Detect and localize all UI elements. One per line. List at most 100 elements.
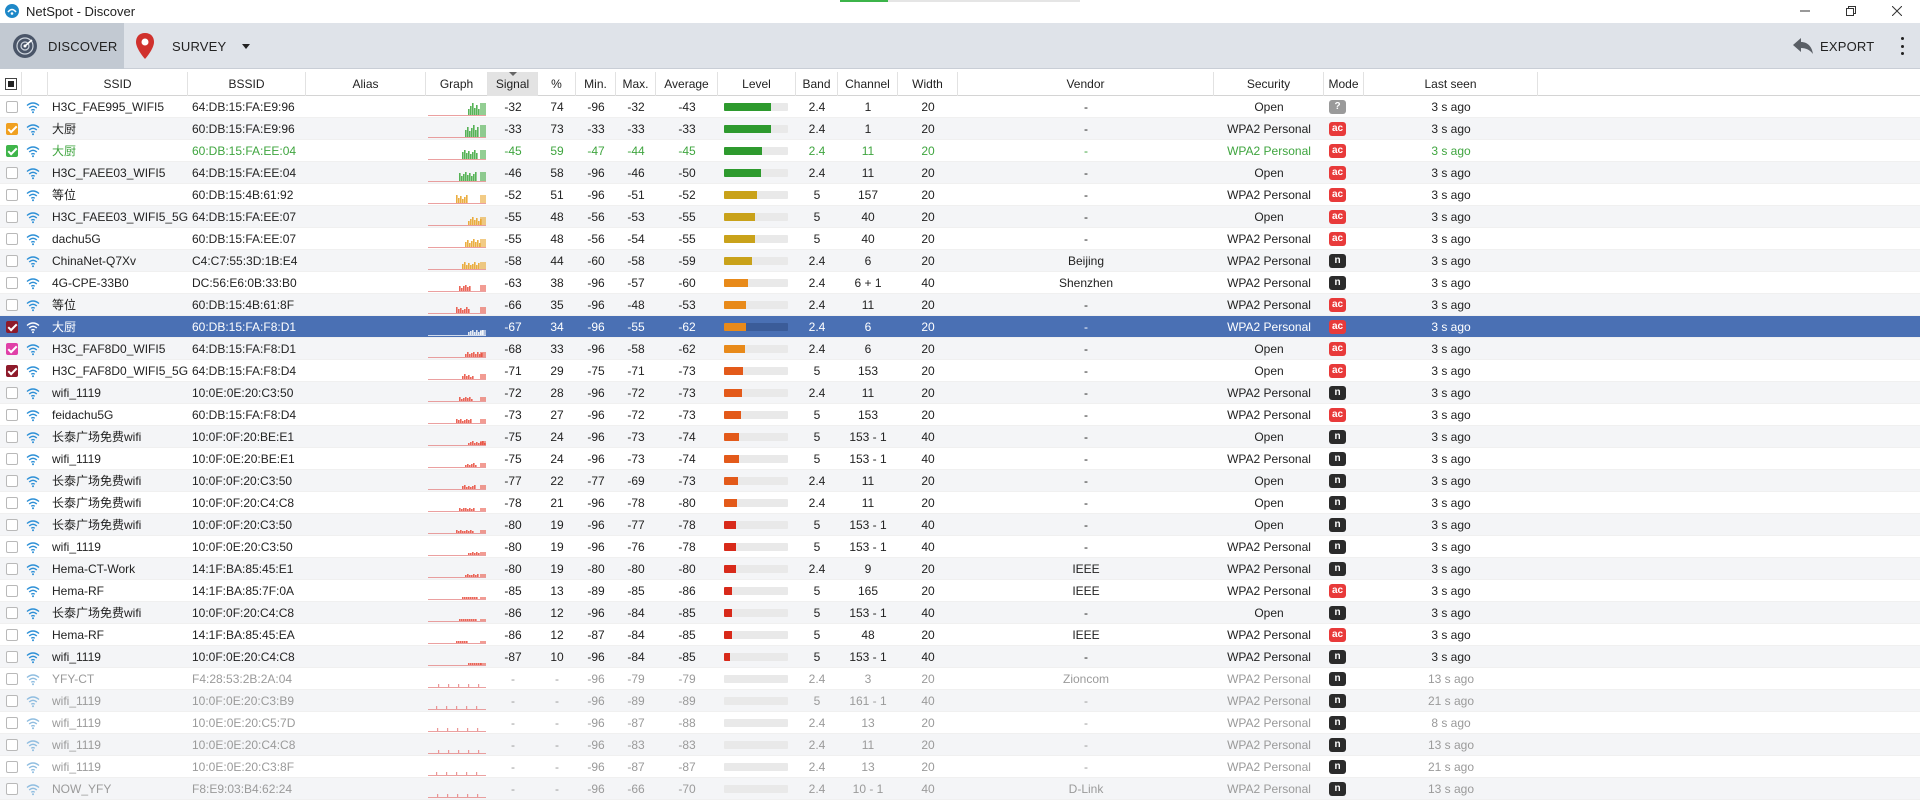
cell-max: -55: [627, 320, 645, 334]
header-vendor[interactable]: Vendor: [958, 72, 1214, 96]
row-checkbox[interactable]: [6, 695, 18, 707]
table-row[interactable]: NOW_YFY F8:E9:03:B4:62:24 - - -96 -66 -70 2.4 10…: [0, 778, 1920, 800]
table-row[interactable]: 长泰广场免费wifi 10:0F:0F:20:BE:E1 -75 24 -96 -73 -7…: [0, 426, 1920, 448]
survey-dropdown-button[interactable]: [238, 38, 254, 54]
table-row[interactable]: Hema-RF 14:1F:BA:85:7F:0A -85 13 -89 -85 -86 5 1…: [0, 580, 1920, 602]
header-last[interactable]: Last seen: [1364, 72, 1538, 96]
table-row[interactable]: wifi_1119 10:0E:0E:20:C5:7D - - -96 -87 -88 2.4…: [0, 712, 1920, 734]
header-avg[interactable]: Average: [656, 72, 718, 96]
row-checkbox[interactable]: [6, 321, 18, 333]
cell-channel: 6: [864, 320, 872, 334]
table-row[interactable]: wifi_1119 10:0F:0E:20:C4:C8 -87 10 -96 -84 -85…: [0, 646, 1920, 668]
table-row[interactable]: wifi_1119 10:0F:0E:20:BE:E1 -75 24 -96 -73 -74…: [0, 448, 1920, 470]
row-checkbox[interactable]: [6, 497, 18, 509]
close-button[interactable]: [1874, 0, 1920, 22]
row-checkbox[interactable]: [6, 233, 18, 245]
row-checkbox[interactable]: [6, 123, 18, 135]
table-row[interactable]: wifi_1119 10:0F:0E:20:C3:50 -80 19 -96 -76 -78…: [0, 536, 1920, 558]
row-checkbox[interactable]: [6, 761, 18, 773]
header-max[interactable]: Max.: [616, 72, 656, 96]
row-checkbox[interactable]: [6, 563, 18, 575]
header-mode[interactable]: Mode: [1324, 72, 1364, 96]
row-checkbox[interactable]: [6, 651, 18, 663]
select-all-checkbox[interactable]: [5, 78, 17, 90]
row-checkbox[interactable]: [6, 255, 18, 267]
table-row[interactable]: H3C_FAEE03_WIFI5 64:DB:15:FA:EE:04 -46 58 -9…: [0, 162, 1920, 184]
header-min[interactable]: Min.: [576, 72, 616, 96]
cell-security: WPA2 Personal: [1227, 628, 1311, 642]
header-width[interactable]: Width: [898, 72, 958, 96]
header-channel[interactable]: Channel: [838, 72, 898, 96]
row-checkbox[interactable]: [6, 541, 18, 553]
table-row[interactable]: 大厨 60:DB:15:FA:F8:D1 -67 34 -96 -55 -62 2.4 6 20 -…: [0, 316, 1920, 338]
row-checkbox[interactable]: [6, 739, 18, 751]
row-checkbox[interactable]: [6, 167, 18, 179]
table-row[interactable]: H3C_FAE995_WIFI5 64:DB:15:FA:E9:96 -32 74 -9…: [0, 96, 1920, 118]
row-checkbox[interactable]: [6, 101, 18, 113]
table-row[interactable]: Hema-CT-Work 14:1F:BA:85:45:E1 -80 19 -80 -80…: [0, 558, 1920, 580]
kebab-menu-icon[interactable]: [1894, 35, 1910, 57]
discover-tab[interactable]: DISCOVER: [0, 23, 124, 69]
header-level[interactable]: Level: [718, 72, 796, 96]
row-checkbox[interactable]: [6, 343, 18, 355]
table-row[interactable]: H3C_FAF8D0_WIFI5 64:DB:15:FA:F8:D1 -68 33 -9…: [0, 338, 1920, 360]
row-checkbox[interactable]: [6, 475, 18, 487]
header-signal[interactable]: Signal: [488, 72, 538, 96]
header-band[interactable]: Band: [796, 72, 838, 96]
table-row[interactable]: 等位 60:DB:15:4B:61:8F -66 35 -96 -48 -53 2.4 11 20…: [0, 294, 1920, 316]
table-row[interactable]: 长泰广场免费wifi 10:0F:0F:20:C4:C8 -78 21 -96 -78 -8…: [0, 492, 1920, 514]
table-row[interactable]: 大厨 60:DB:15:FA:EE:04 -45 59 -47 -44 -45 2.4 11 20…: [0, 140, 1920, 162]
table-row[interactable]: feidachu5G 60:DB:15:FA:F8:D4 -73 27 -96 -72 -7…: [0, 404, 1920, 426]
row-checkbox[interactable]: [6, 453, 18, 465]
header-security[interactable]: Security: [1214, 72, 1324, 96]
row-checkbox[interactable]: [6, 365, 18, 377]
row-checkbox[interactable]: [6, 189, 18, 201]
header-ssid[interactable]: SSID: [48, 72, 188, 96]
row-checkbox[interactable]: [6, 211, 18, 223]
maximize-button[interactable]: [1828, 0, 1874, 22]
header-alias[interactable]: Alias: [306, 72, 426, 96]
table-row[interactable]: 长泰广场免费wifi 10:0F:0F:20:C4:C8 -86 12 -96 -84 -8…: [0, 602, 1920, 624]
cell-width: 40: [921, 606, 935, 620]
row-checkbox[interactable]: [6, 717, 18, 729]
table-row[interactable]: 4G-CPE-33B0 DC:56:E6:0B:33:B0 -63 38 -96 -57 -…: [0, 272, 1920, 294]
survey-tab[interactable]: SURVEY: [134, 23, 226, 69]
row-checkbox[interactable]: [6, 277, 18, 289]
cell-min: -96: [587, 694, 605, 708]
minimize-button[interactable]: [1782, 0, 1828, 22]
header-pct[interactable]: %: [538, 72, 576, 96]
table-row[interactable]: wifi_1119 10:0E:0E:20:C3:8F - - -96 -87 -87 2.4…: [0, 756, 1920, 778]
table-row[interactable]: 大厨 60:DB:15:FA:E9:96 -33 73 -33 -33 -33 2.4 1 20 -…: [0, 118, 1920, 140]
table-row[interactable]: 长泰广场免费wifi 10:0F:0F:20:C3:50 -80 19 -96 -77 -7…: [0, 514, 1920, 536]
export-button[interactable]: EXPORT: [1792, 23, 1874, 69]
table-row[interactable]: H3C_FAEE03_WIFI5_5G 64:DB:15:FA:EE:07 -55 4…: [0, 206, 1920, 228]
row-checkbox[interactable]: [6, 629, 18, 641]
row-checkbox[interactable]: [6, 145, 18, 157]
row-checkbox[interactable]: [6, 387, 18, 399]
row-checkbox[interactable]: [6, 409, 18, 421]
table-row[interactable]: dachu5G 60:DB:15:FA:EE:07 -55 48 -56 -54 -55 5 4…: [0, 228, 1920, 250]
cell-channel: 11: [861, 386, 875, 400]
header-graph[interactable]: Graph: [426, 72, 488, 96]
table-row[interactable]: wifi_1119 10:0F:0E:20:C3:B9 - - -96 -89 -89 5 16…: [0, 690, 1920, 712]
table-row[interactable]: H3C_FAF8D0_WIFI5_5G 64:DB:15:FA:F8:D4 -71 2…: [0, 360, 1920, 382]
cell-min: -96: [587, 276, 605, 290]
cell-last: 3 s ago: [1431, 210, 1471, 224]
table-row[interactable]: wifi_1119 10:0E:0E:20:C4:C8 - - -96 -83 -83 2.4…: [0, 734, 1920, 756]
row-checkbox[interactable]: [6, 673, 18, 685]
cell-signal: -86: [504, 606, 522, 620]
table-row[interactable]: 等位 60:DB:15:4B:61:92 -52 51 -96 -51 -52 5 157 20 -…: [0, 184, 1920, 206]
table-row[interactable]: YFY-CT F4:28:53:2B:2A:04 - - -96 -79 -79 2.4 3 20…: [0, 668, 1920, 690]
table-row[interactable]: ChinaNet-Q7Xv C4:C7:55:3D:1B:E4 -58 44 -60 -5…: [0, 250, 1920, 272]
table-row[interactable]: 长泰广场免费wifi 10:0F:0F:20:C3:50 -77 22 -77 -69 -7…: [0, 470, 1920, 492]
table-row[interactable]: Hema-RF 14:1F:BA:85:45:EA -86 12 -87 -84 -85 5 4…: [0, 624, 1920, 646]
row-checkbox[interactable]: [6, 607, 18, 619]
row-checkbox[interactable]: [6, 585, 18, 597]
row-checkbox[interactable]: [6, 519, 18, 531]
row-checkbox[interactable]: [6, 431, 18, 443]
select-all-header[interactable]: [0, 72, 22, 96]
table-row[interactable]: wifi_1119 10:0E:0E:20:C3:50 -72 28 -96 -72 -73…: [0, 382, 1920, 404]
header-bssid[interactable]: BSSID: [188, 72, 306, 96]
row-checkbox[interactable]: [6, 783, 18, 795]
row-checkbox[interactable]: [6, 299, 18, 311]
